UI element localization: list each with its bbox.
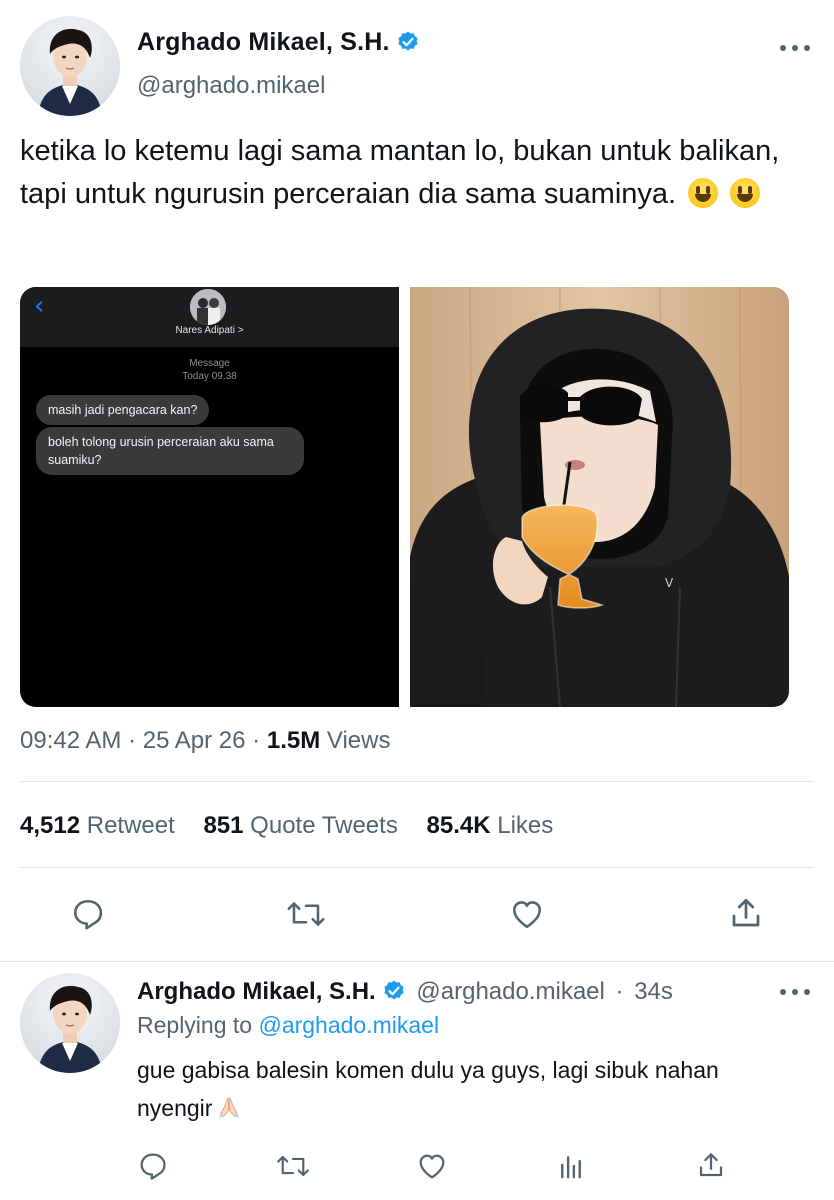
likes-count: 85.4K	[426, 812, 491, 839]
author-avatar[interactable]	[20, 16, 120, 116]
retweets-label: Retweet	[86, 812, 175, 839]
chat-meta: Message Today 09.38	[20, 357, 399, 383]
quotes-stat[interactable]: 851 Quote Tweets	[203, 812, 419, 839]
retweets-stat[interactable]: 4,512 Retweet	[20, 812, 197, 839]
retweet-icon[interactable]	[285, 896, 327, 932]
like-icon[interactable]	[508, 896, 546, 932]
more-icon[interactable]	[780, 41, 810, 55]
more-icon[interactable]	[780, 985, 810, 999]
reply-age[interactable]: 34s	[634, 978, 673, 1005]
grinning-face-emoji	[730, 178, 761, 208]
svg-text:V: V	[665, 576, 674, 590]
replying-to: Replying to @arghado.mikael	[137, 1012, 439, 1039]
folded-hands-emoji	[219, 1097, 240, 1118]
retweets-count: 4,512	[20, 812, 81, 839]
media-photo[interactable]: V	[410, 287, 789, 707]
meta-separator: ·	[128, 727, 137, 754]
views-label: Views	[326, 727, 391, 754]
avatar-photo	[38, 28, 102, 116]
tweet-meta: 09:42 AM · 25 Apr 26 · 1.5M Views	[20, 727, 390, 755]
reply-header: Arghado Mikael, S.H. @arghado.mikael · 3…	[137, 978, 673, 1006]
chat-contact-name: Nares Adipati >	[175, 325, 244, 336]
divider	[20, 781, 814, 782]
author-handle[interactable]: @arghado.mikael	[137, 72, 325, 100]
back-chevron-icon: ‹	[34, 291, 45, 321]
tweet-date[interactable]: 25 Apr 26	[143, 727, 246, 754]
analytics-icon[interactable]	[556, 1150, 586, 1182]
tweet-body: ketika lo ketemu lagi sama mantan lo, bu…	[20, 135, 780, 210]
avatar-photo	[38, 985, 102, 1073]
reply-author-handle[interactable]: @arghado.mikael	[416, 978, 604, 1005]
media-chat-screenshot[interactable]: ‹ Nares Adipati > Message Today 09.38 ma…	[20, 287, 399, 707]
quotes-label: Quote Tweets	[250, 812, 398, 839]
chat-service-label: Message	[189, 358, 230, 369]
reply-icon[interactable]	[137, 1150, 169, 1182]
reply-icon[interactable]	[70, 896, 106, 932]
chat-bubble: masih jadi pengacara kan?	[36, 395, 210, 425]
likes-label: Likes	[497, 812, 554, 839]
author-name[interactable]: Arghado Mikael, S.H.	[137, 28, 420, 57]
views-count: 1.5M	[266, 727, 321, 754]
hooded-person-photo: V	[410, 287, 789, 707]
media-grid: ‹ Nares Adipati > Message Today 09.38 ma…	[20, 287, 789, 707]
divider	[0, 961, 834, 962]
quotes-count: 851	[203, 812, 244, 839]
meta-separator: ·	[252, 727, 261, 754]
reply-author-name[interactable]: Arghado Mikael, S.H.	[137, 978, 376, 1005]
chat-bubble: boleh tolong urusin perceraian aku sama …	[36, 427, 304, 475]
reply-author-avatar[interactable]	[20, 973, 120, 1073]
verified-badge-icon	[398, 31, 418, 51]
meta-separator: ·	[615, 978, 624, 1005]
share-icon[interactable]	[696, 1149, 726, 1181]
like-icon[interactable]	[416, 1150, 448, 1182]
tweet-stats: 4,512 Retweet 851 Quote Tweets 85.4K Lik…	[20, 812, 575, 840]
grinning-face-emoji	[688, 178, 719, 208]
tweet-time[interactable]: 09:42 AM	[20, 727, 121, 754]
reply-text: gue gabisa balesin komen dulu ya guys, l…	[137, 1051, 797, 1127]
divider	[20, 867, 814, 868]
replying-prefix: Replying to	[137, 1012, 253, 1038]
share-icon[interactable]	[728, 894, 764, 932]
verified-badge-icon	[384, 980, 404, 1000]
tweet-text: ketika lo ketemu lagi sama mantan lo, bu…	[20, 130, 820, 216]
likes-stat[interactable]: 85.4K Likes	[427, 812, 576, 839]
contact-avatar	[190, 289, 226, 325]
replying-to-link[interactable]: @arghado.mikael	[258, 1012, 439, 1038]
chat-timestamp: Today 09.38	[182, 371, 237, 382]
retweet-icon[interactable]	[275, 1150, 311, 1182]
chat-header: ‹ Nares Adipati >	[20, 287, 399, 347]
